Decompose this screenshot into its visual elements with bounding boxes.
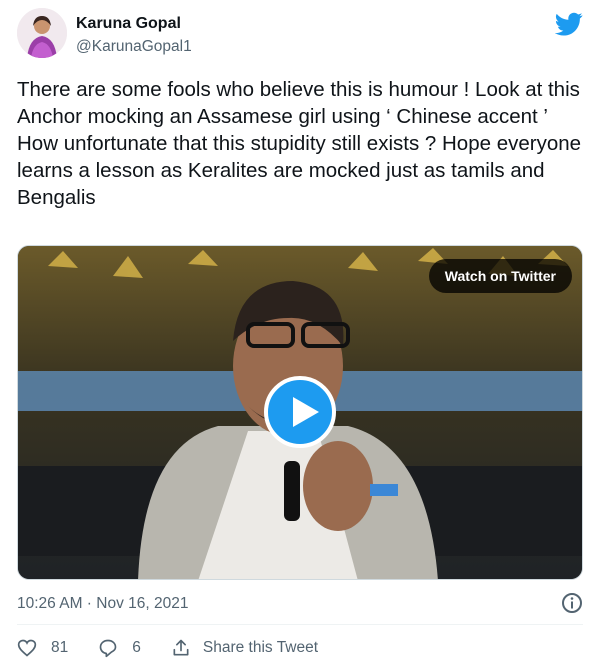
divider <box>17 624 583 625</box>
reply-icon <box>99 639 117 658</box>
tweet-text-line: How unfortunate that this stupidity stil… <box>17 132 582 209</box>
share-button[interactable]: Share this Tweet <box>171 638 318 658</box>
tweet-card: Karuna Gopal @KarunaGopal1 There are som… <box>0 0 597 661</box>
twitter-logo-icon[interactable] <box>554 10 583 38</box>
like-button[interactable]: 81 <box>17 638 68 658</box>
play-button[interactable] <box>264 376 336 448</box>
action-bar: 81 6 Share this Tweet <box>17 636 348 660</box>
share-label: Share this Tweet <box>202 639 319 656</box>
tweet-text-line: There are some fools who believe this is… <box>17 78 580 128</box>
reply-button[interactable]: 6 <box>98 638 141 658</box>
like-count: 81 <box>51 639 69 656</box>
display-name[interactable]: Karuna Gopal <box>76 15 181 33</box>
reply-count: 6 <box>132 639 141 656</box>
tweet-timestamp[interactable]: 10:26 AM · Nov 16, 2021 <box>17 595 188 613</box>
watch-on-twitter-button[interactable]: Watch on Twitter <box>428 259 572 293</box>
user-handle[interactable]: @KarunaGopal1 <box>76 38 192 56</box>
video-player[interactable]: Watch on Twitter <box>17 245 583 580</box>
avatar-image <box>17 8 67 58</box>
avatar[interactable] <box>17 8 67 58</box>
heart-icon <box>17 639 37 657</box>
tweet-text: There are some fools who believe this is… <box>17 76 582 211</box>
share-icon <box>173 639 189 656</box>
info-icon[interactable] <box>561 592 583 614</box>
